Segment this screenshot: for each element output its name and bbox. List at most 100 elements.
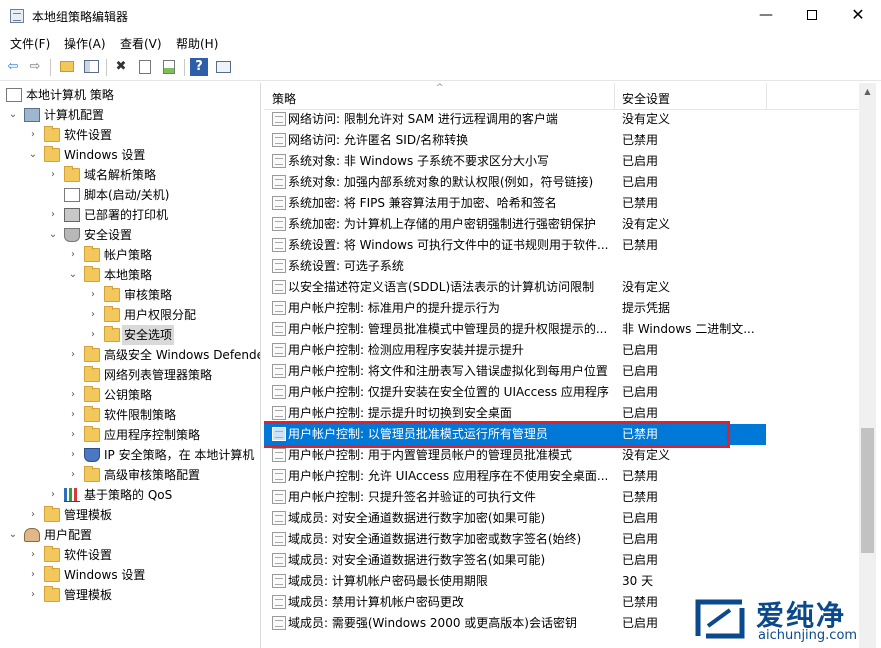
policy-row[interactable]: 域成员: 对安全通道数据进行数字加密(如果可能) 已启用 — [264, 508, 766, 529]
column-divider[interactable] — [766, 83, 767, 110]
policy-row[interactable]: 网络访问: 允许匿名 SID/名称转换 已禁用 — [264, 130, 766, 151]
policy-setting-value: 没有定义 — [622, 280, 671, 294]
policy-setting-icon — [272, 616, 286, 630]
ip-security-icon — [84, 448, 100, 462]
expand-icon[interactable]: › — [88, 285, 98, 305]
expand-icon[interactable]: › — [28, 585, 38, 605]
column-header-policy[interactable]: 策略 — [272, 90, 296, 107]
folder-icon — [104, 306, 120, 322]
console-tree[interactable]: 本地计算机 策略 ⌄ 计算机配置 › 软件设置 ⌄ Windows 设置 › 域… — [0, 83, 261, 648]
expand-icon[interactable]: › — [68, 245, 78, 265]
policy-row[interactable]: 以安全描述符定义语言(SDDL)语法表示的计算机访问限制 没有定义 — [264, 277, 766, 298]
help-icon[interactable]: ? — [190, 58, 208, 76]
policy-row[interactable]: 用户帐户控制: 只提升签名并验证的可执行文件 已禁用 — [264, 487, 766, 508]
folder-up-icon[interactable] — [58, 58, 76, 76]
folder-icon — [104, 286, 120, 302]
expand-icon[interactable]: › — [28, 565, 38, 585]
policy-row[interactable]: 用户帐户控制: 用于内置管理员帐户的管理员批准模式 没有定义 — [264, 445, 766, 466]
policy-setting-value: 已启用 — [622, 532, 659, 546]
policy-name: 用户帐户控制: 检测应用程序安装并提示提升 — [288, 343, 524, 357]
policy-row[interactable]: 用户帐户控制: 提示提升时切换到安全桌面 已启用 — [264, 403, 766, 424]
expand-icon[interactable]: › — [48, 165, 58, 185]
minimize-button[interactable]: — — [743, 0, 789, 32]
expand-icon[interactable]: › — [68, 425, 78, 445]
expand-icon[interactable]: › — [48, 485, 58, 505]
collapse-icon[interactable]: ⌄ — [8, 525, 18, 545]
menu-help[interactable]: 帮助(H) — [176, 35, 218, 52]
expand-icon[interactable]: › — [28, 125, 38, 145]
back-arrow-icon[interactable]: ⇦ — [4, 58, 22, 76]
policy-row[interactable]: 用户帐户控制: 标准用户的提升提示行为 提示凭据 — [264, 298, 766, 319]
collapse-icon[interactable]: ⌄ — [68, 265, 78, 285]
expand-icon[interactable]: › — [68, 465, 78, 485]
expand-icon[interactable]: › — [28, 545, 38, 565]
policy-name: 用户帐户控制: 用于内置管理员帐户的管理员批准模式 — [288, 448, 572, 462]
policy-row[interactable]: 域成员: 对安全通道数据进行数字加密或数字签名(始终) 已启用 — [264, 529, 766, 550]
policy-row[interactable]: 系统加密: 将 FIPS 兼容算法用于加密、哈希和签名 已禁用 — [264, 193, 766, 214]
delete-icon[interactable]: ✖ — [112, 58, 130, 76]
policy-setting-icon — [272, 490, 286, 504]
expand-icon[interactable]: › — [68, 445, 78, 465]
policy-row[interactable]: 系统加密: 为计算机上存储的用户密钥强制进行强密钥保护 没有定义 — [264, 214, 766, 235]
close-button[interactable]: ✕ — [835, 0, 881, 32]
policy-setting-icon — [272, 553, 286, 567]
expand-icon[interactable]: › — [68, 345, 78, 365]
expand-icon[interactable]: › — [48, 205, 58, 225]
policy-row[interactable]: 用户帐户控制: 将文件和注册表写入错误虚拟化到每用户位置 已启用 — [264, 361, 766, 382]
expand-icon[interactable]: › — [28, 505, 38, 525]
column-header-setting[interactable]: 安全设置 — [622, 90, 670, 107]
menu-view[interactable]: 查看(V) — [120, 35, 162, 52]
vertical-scrollbar[interactable]: ▲ — [859, 83, 876, 648]
tree-label: 用户权限分配 — [124, 308, 197, 322]
expand-icon[interactable]: › — [88, 305, 98, 325]
policy-row[interactable]: 系统对象: 加强内部系统对象的默认权限(例如，符号链接) 已启用 — [264, 172, 766, 193]
policy-name: 系统对象: 非 Windows 子系统不要求区分大小写 — [288, 154, 550, 168]
scroll-thumb[interactable] — [861, 428, 874, 553]
tree-label: 审核策略 — [124, 288, 173, 302]
policy-name: 系统设置: 可选子系统 — [288, 259, 404, 273]
expand-icon[interactable]: › — [88, 325, 98, 345]
policy-row[interactable]: 系统设置: 将 Windows 可执行文件中的证书规则用于软件... 已禁用 — [264, 235, 766, 256]
collapse-icon[interactable]: ⌄ — [28, 145, 38, 165]
policy-name: 用户帐户控制: 只提升签名并验证的可执行文件 — [288, 490, 536, 504]
policy-list[interactable]: 策略 ^ 安全设置 网络访问: 限制允许对 SAM 进行远程调用的客户端 没有定义… — [264, 83, 881, 648]
menu-bar: 文件(F) 操作(A) 查看(V) 帮助(H) — [0, 32, 881, 54]
policy-row[interactable]: 系统设置: 可选子系统 — [264, 256, 766, 277]
tree-label: Windows 设置 — [64, 568, 146, 582]
policy-document-icon — [6, 88, 22, 102]
policy-row[interactable]: 系统对象: 非 Windows 子系统不要求区分大小写 已启用 — [264, 151, 766, 172]
tree-label: 本地计算机 策略 — [26, 88, 114, 102]
policy-row[interactable]: 用户帐户控制: 管理员批准模式中管理员的提升权限提示的... 非 Windows … — [264, 319, 766, 340]
expand-icon[interactable]: › — [68, 405, 78, 425]
policy-setting-value: 已启用 — [622, 385, 659, 399]
menu-file[interactable]: 文件(F) — [10, 35, 50, 52]
properties-icon[interactable] — [136, 58, 154, 76]
collapse-icon[interactable]: ⌄ — [48, 225, 58, 245]
console-tree-icon[interactable] — [214, 58, 232, 76]
policy-row[interactable]: 网络访问: 限制允许对 SAM 进行远程调用的客户端 没有定义 — [264, 109, 766, 130]
scroll-up-icon[interactable]: ▲ — [859, 83, 876, 100]
policy-setting-value: 30 天 — [622, 574, 654, 588]
export-list-icon[interactable] — [160, 58, 178, 76]
policy-row[interactable]: 用户帐户控制: 允许 UIAccess 应用程序在不使用安全桌面... 已禁用 — [264, 466, 766, 487]
folder-icon — [44, 566, 60, 582]
folder-icon — [44, 506, 60, 522]
policy-row[interactable]: 域成员: 计算机帐户密码最长使用期限 30 天 — [264, 571, 766, 592]
show-hide-tree-icon[interactable] — [82, 58, 100, 76]
script-icon — [64, 188, 80, 202]
maximize-button[interactable] — [789, 0, 835, 32]
policy-row[interactable]: 用户帐户控制: 以管理员批准模式运行所有管理员 已禁用 — [264, 424, 766, 445]
policy-row[interactable]: 域成员: 对安全通道数据进行数字签名(如果可能) 已启用 — [264, 550, 766, 571]
forward-arrow-icon[interactable]: ⇨ — [26, 58, 44, 76]
policy-name: 用户帐户控制: 以管理员批准模式运行所有管理员 — [288, 427, 548, 441]
policy-setting-value: 非 Windows 二进制文... — [622, 322, 755, 336]
tree-label: Windows 设置 — [64, 148, 146, 162]
menu-action[interactable]: 操作(A) — [64, 35, 106, 52]
column-divider[interactable] — [614, 83, 615, 110]
policy-row[interactable]: 用户帐户控制: 仅提升安装在安全位置的 UIAccess 应用程序 已启用 — [264, 382, 766, 403]
policy-row[interactable]: 用户帐户控制: 检测应用程序安装并提示提升 已启用 — [264, 340, 766, 361]
collapse-icon[interactable]: ⌄ — [8, 105, 18, 125]
policy-setting-value: 已启用 — [622, 154, 659, 168]
watermark-url: aichunjing.com — [758, 628, 858, 643]
expand-icon[interactable]: › — [68, 385, 78, 405]
